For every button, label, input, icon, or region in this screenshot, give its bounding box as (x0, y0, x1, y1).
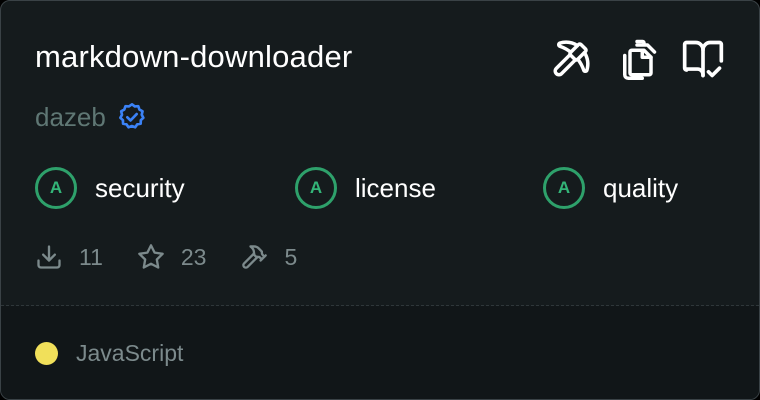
language-name: JavaScript (76, 340, 184, 366)
grade-badge: A (543, 167, 585, 209)
language-indicator: JavaScript (35, 340, 183, 367)
pickaxe-icon (553, 40, 590, 77)
tools-count: 5 (284, 243, 298, 270)
author-row: dazeb (35, 99, 148, 135)
stats-row: 11 23 5 (35, 243, 331, 271)
server-name[interactable]: markdown-downloader (35, 39, 352, 75)
author-name[interactable]: dazeb (35, 102, 106, 133)
quality-grade[interactable]: A quality (543, 167, 678, 209)
card-footer: JavaScript (1, 306, 759, 399)
verified-badge-icon (116, 101, 148, 133)
documentation-button[interactable] (681, 37, 725, 81)
hammer-icon (242, 245, 268, 269)
download-icon (37, 245, 61, 269)
copy-icon (623, 39, 657, 80)
server-card[interactable]: markdown-downloader dazeb A security A l… (0, 0, 760, 400)
grade-label: license (355, 172, 436, 203)
grade-label: quality (603, 172, 679, 203)
tools-stat: 5 (240, 243, 297, 271)
pickaxe-button[interactable] (549, 37, 593, 81)
grade-label: security (95, 172, 185, 203)
license-grade[interactable]: A license (295, 167, 436, 209)
stars-count: 23 (180, 243, 207, 270)
downloads-count: 11 (79, 243, 103, 270)
star-icon (138, 244, 164, 269)
grade-badge: A (35, 167, 77, 209)
language-color-dot (35, 342, 58, 365)
grades-row: A security A license A quality (35, 167, 735, 213)
downloads-stat: 11 (35, 243, 103, 271)
security-grade[interactable]: A security (35, 167, 185, 209)
grade-badge: A (295, 167, 337, 209)
stars-stat: 23 (137, 243, 207, 271)
copy-button[interactable] (615, 37, 659, 81)
card-actions (549, 37, 725, 81)
book-check-icon (682, 40, 724, 78)
